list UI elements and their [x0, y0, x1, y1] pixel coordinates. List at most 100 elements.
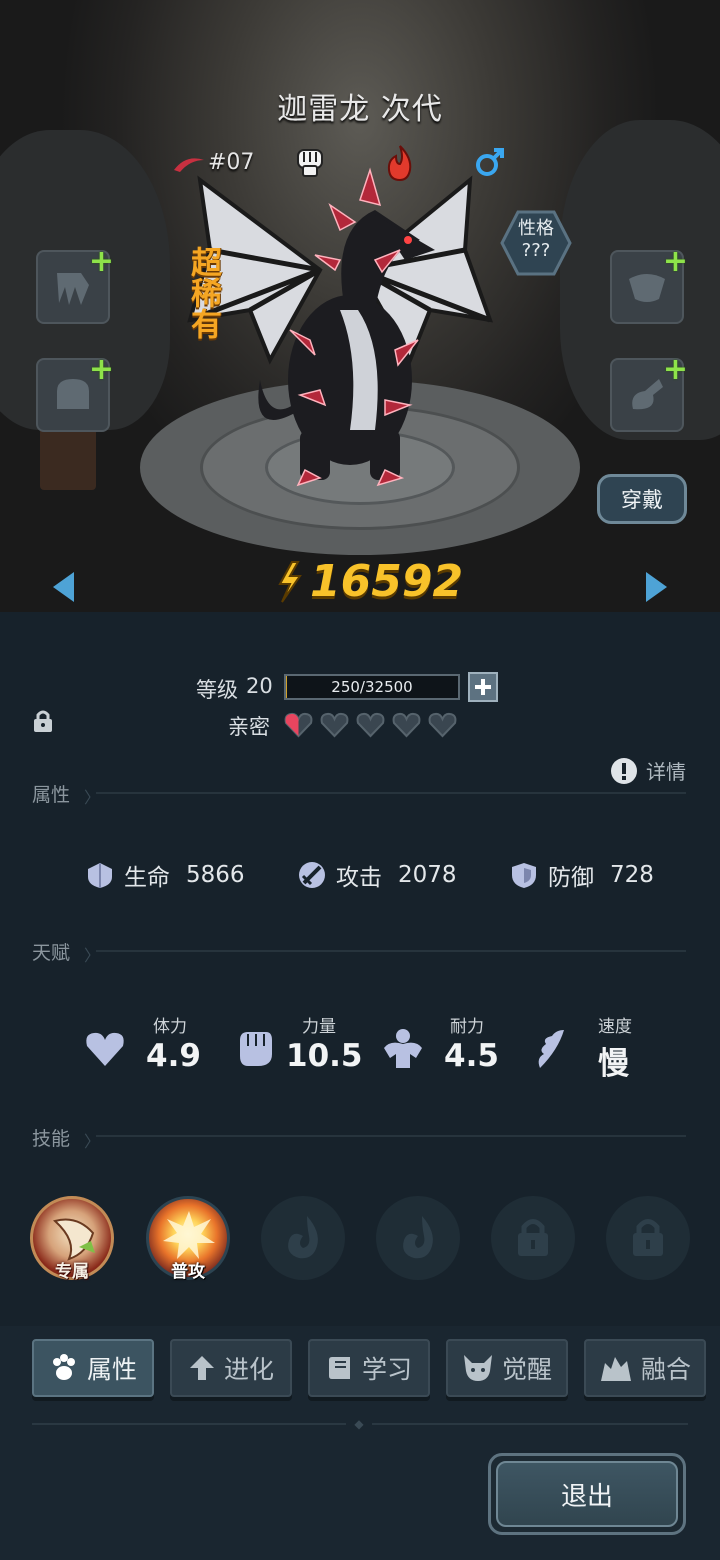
wear-button[interactable]: 穿戴	[597, 474, 687, 524]
section-divider	[96, 950, 686, 952]
fist-type-icon	[297, 149, 323, 177]
fire-element-icon	[387, 145, 412, 182]
section-divider	[96, 792, 686, 794]
defense-label: 防御	[548, 865, 594, 891]
skill-exclusive-label: 专属	[55, 1262, 89, 1282]
talent-stamina-label: 体力	[153, 1017, 187, 1037]
lock-icon	[518, 1219, 548, 1256]
section-talents: 天赋	[32, 942, 71, 964]
next-pet-arrow-icon[interactable]	[644, 570, 670, 604]
stat-attack: 攻击 2078	[298, 858, 457, 892]
tab-learn-label: 学习	[361, 1355, 412, 1384]
equip-slot-charm[interactable]: +	[610, 352, 688, 432]
male-gender-icon	[476, 148, 504, 176]
explosion-icon	[163, 1211, 215, 1259]
claw-skill-icon	[52, 1218, 95, 1261]
flame-slot-icon	[403, 1216, 433, 1259]
power-icon	[278, 560, 302, 603]
fusion-beasts-icon	[600, 1357, 631, 1381]
lock-icon	[633, 1219, 663, 1256]
attack-label: 攻击	[336, 865, 382, 891]
equip-slot-gauntlet[interactable]: +	[610, 244, 688, 324]
info-icon	[611, 757, 637, 784]
level-value: 20	[246, 674, 273, 698]
beast-face-icon	[463, 1355, 492, 1381]
hp-value: 5866	[186, 862, 245, 888]
tab-attributes-label: 属性	[86, 1355, 137, 1384]
details-link[interactable]: 详情	[610, 756, 686, 785]
divider-ornament-icon: ◆	[346, 1417, 372, 1431]
sword-icon	[299, 862, 325, 888]
equip-slot-claw[interactable]: +	[36, 244, 114, 324]
add-icon: +	[88, 352, 114, 387]
plus-icon	[475, 679, 491, 695]
intimacy-hearts	[284, 712, 457, 738]
evolve-arrow-icon	[189, 1356, 214, 1380]
paw-icon	[52, 1354, 75, 1380]
exit-button[interactable]: 退出	[488, 1453, 686, 1535]
skill-basic-attack-label: 普攻	[171, 1262, 205, 1282]
talent-speed-value: 慢	[598, 1046, 629, 1082]
tab-fusion-label: 融合	[640, 1355, 691, 1384]
section-skills: 技能	[32, 1128, 71, 1150]
chevron-right-icon: 〉	[84, 788, 101, 807]
chevron-right-icon: 〉	[84, 946, 101, 965]
tab-attributes[interactable]: 属性	[32, 1339, 154, 1397]
hp-shield-icon	[88, 863, 112, 888]
muscle-icon	[384, 1029, 422, 1068]
add-icon: +	[662, 244, 688, 279]
defense-value: 728	[610, 862, 654, 888]
tab-awaken[interactable]: 觉醒	[446, 1339, 568, 1397]
stat-defense: 防御 728	[510, 858, 654, 892]
add-icon: +	[662, 352, 688, 387]
personality-badge[interactable]: 性格 ???	[500, 210, 572, 276]
talent-endurance-label: 耐力	[450, 1017, 484, 1037]
tab-awaken-label: 觉醒	[501, 1355, 552, 1384]
section-attributes: 属性	[32, 784, 71, 806]
exp-text: 250/32500	[331, 678, 413, 696]
prev-pet-arrow-icon[interactable]	[50, 570, 76, 604]
lock-icon[interactable]	[32, 708, 54, 734]
tab-fusion[interactable]: 融合	[584, 1339, 706, 1397]
heart-icon	[86, 1032, 124, 1066]
combat-power: 16592	[272, 556, 463, 607]
pet-number: #07	[208, 150, 255, 175]
hp-label: 生命	[124, 865, 170, 891]
talent-speed-label: 速度	[598, 1017, 632, 1037]
book-icon	[328, 1357, 350, 1379]
wing-icon	[538, 1030, 564, 1068]
intimacy-heart-icon	[428, 712, 457, 738]
tab-evolve-label: 进化	[223, 1355, 274, 1384]
chevron-right-icon: 〉	[84, 1132, 101, 1151]
intimacy-heart-icon	[356, 712, 385, 738]
talent-endurance-value: 4.5	[444, 1038, 499, 1074]
add-icon: +	[88, 244, 114, 279]
power-value: 16592	[310, 556, 464, 607]
pet-name: 迦雷龙 次代	[277, 92, 443, 127]
section-divider	[96, 1135, 686, 1137]
skill-basic-attack[interactable]: 普攻	[146, 1196, 230, 1282]
skill-slot-locked[interactable]	[491, 1196, 575, 1280]
skill-slot-empty[interactable]	[376, 1196, 460, 1280]
stat-hp: 生命 5866	[86, 858, 245, 892]
fist-icon	[240, 1032, 272, 1066]
tab-learn[interactable]: 学习	[308, 1339, 430, 1397]
intimacy-heart-icon	[392, 712, 421, 738]
tab-evolve[interactable]: 进化	[170, 1339, 292, 1397]
skill-slot-empty[interactable]	[261, 1196, 345, 1280]
rarity-label: 超稀有	[185, 246, 221, 339]
add-exp-button[interactable]	[468, 672, 498, 702]
talent-strength-label: 力量	[302, 1017, 336, 1037]
talent-stamina-value: 4.9	[146, 1038, 201, 1074]
intimacy-label: 亲密	[228, 715, 270, 739]
skill-slot-locked[interactable]	[606, 1196, 690, 1280]
equip-slot-helmet[interactable]: +	[36, 352, 114, 432]
details-label: 详情	[646, 760, 686, 784]
personality-value: ???	[521, 240, 551, 261]
intimacy-heart-icon	[320, 712, 349, 738]
exp-bar: 250/32500	[284, 674, 460, 700]
defense-shield-icon	[512, 863, 536, 888]
skill-exclusive[interactable]: 专属	[30, 1196, 114, 1282]
talent-strength-value: 10.5	[286, 1038, 363, 1074]
flame-slot-icon	[288, 1216, 318, 1259]
